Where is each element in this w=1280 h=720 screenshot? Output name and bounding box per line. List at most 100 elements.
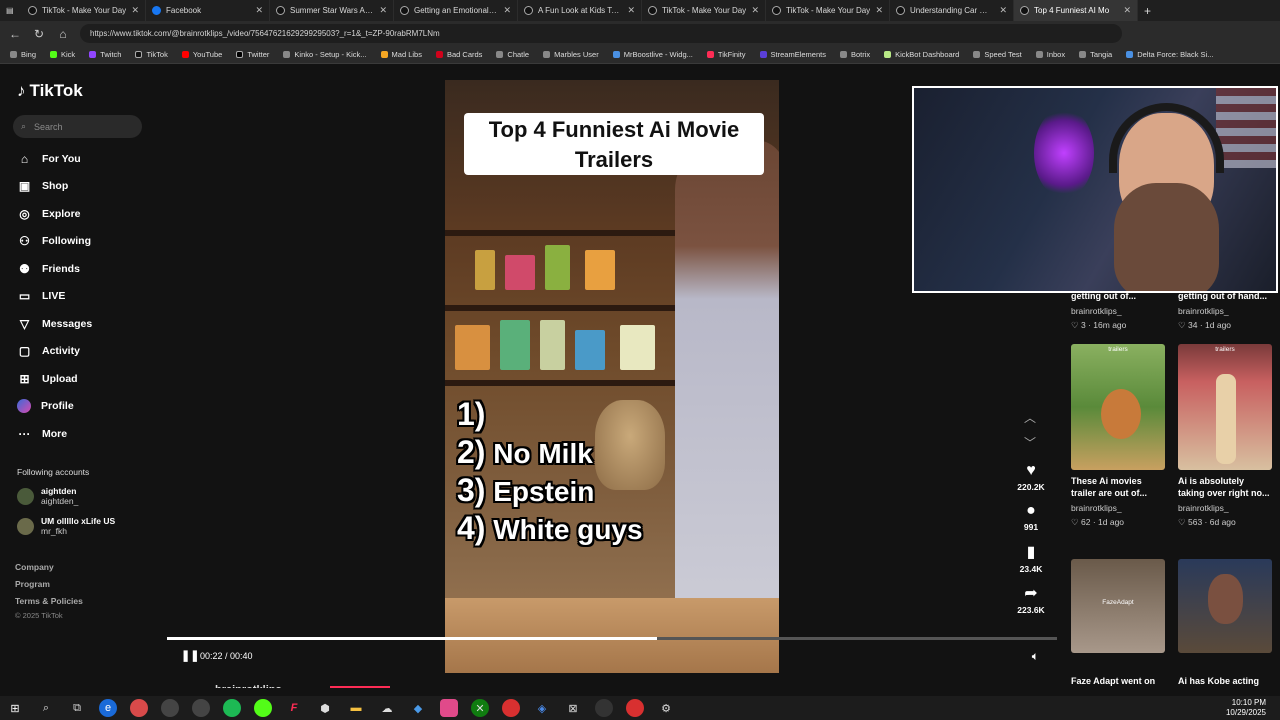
spotify-icon[interactable]: [223, 699, 241, 717]
bookmark-item[interactable]: Speed Test: [973, 50, 1022, 59]
bookmark-item[interactable]: Tangia: [1079, 50, 1112, 59]
browser-tab[interactable]: TikTok - Make Your Day ✕: [22, 0, 146, 21]
bookmark-item[interactable]: YouTube: [181, 50, 222, 59]
bookmark-item[interactable]: Chatle: [496, 50, 529, 59]
refresh-icon[interactable]: ↻: [32, 27, 46, 41]
footer-link-company[interactable]: Company: [15, 562, 54, 572]
file-explorer-icon[interactable]: ▬: [347, 699, 365, 717]
bookmark-item[interactable]: Kick: [50, 50, 75, 59]
app-icon[interactable]: [161, 699, 179, 717]
search-input[interactable]: ⌕ Search: [13, 115, 142, 138]
bookmark-item[interactable]: Mad Libs: [380, 50, 422, 59]
app-icon[interactable]: ◆: [409, 699, 427, 717]
app-icon[interactable]: [502, 699, 520, 717]
footer-link-terms[interactable]: Terms & Policies: [15, 596, 83, 606]
nav-for-you[interactable]: ⌂ For You: [17, 152, 81, 166]
close-tab-icon[interactable]: ✕: [503, 5, 511, 16]
home-browser-icon[interactable]: ⌂: [56, 27, 70, 41]
video-card[interactable]: trailers Ai is absolutely taking over ri…: [1178, 344, 1273, 528]
video-thumbnail[interactable]: FazeAdapt: [1071, 559, 1165, 653]
video-card[interactable]: getting out of... brainrotklips_ ♡ 3 · 1…: [1071, 290, 1166, 331]
app-icon[interactable]: ⊠: [564, 699, 582, 717]
bookmark-item[interactable]: Bing: [10, 50, 36, 59]
nav-shop[interactable]: ▣ Shop: [17, 179, 68, 193]
video-thumbnail[interactable]: trailers: [1071, 344, 1165, 470]
share-button[interactable]: ➦ 223.6K: [1007, 585, 1055, 615]
bookmark-item[interactable]: Botrix: [839, 50, 870, 59]
bookmark-item[interactable]: Bad Cards: [435, 50, 482, 59]
app-icon[interactable]: ☁: [378, 699, 396, 717]
windows-start-icon[interactable]: ⊞: [6, 699, 24, 717]
nav-more[interactable]: ··· More: [17, 427, 68, 441]
video-card[interactable]: FazeAdapt Faze Adapt went on: [1071, 559, 1166, 687]
pause-icon[interactable]: ❚❚: [181, 649, 199, 662]
nav-profile[interactable]: Profile: [17, 399, 74, 413]
chevron-down-icon[interactable]: ﹀: [1024, 434, 1036, 451]
video-card[interactable]: PrimeKobe Ai has Kobe acting: [1178, 559, 1273, 687]
video-thumbnail[interactable]: trailers: [1178, 344, 1272, 470]
task-view-icon[interactable]: ⧉: [68, 699, 86, 717]
bookmark-item[interactable]: TikFinity: [706, 50, 746, 59]
browser-tab[interactable]: A Fun Look at Kids Today ✕: [518, 0, 642, 21]
bookmark-item[interactable]: Kinko - Setup - Kick...: [283, 50, 367, 59]
bookmark-item[interactable]: Twitter: [236, 50, 269, 59]
close-tab-icon[interactable]: ✕: [379, 5, 387, 16]
close-tab-icon[interactable]: ✕: [131, 5, 139, 16]
url-field[interactable]: https://www.tiktok.com/@brainrotklips_/v…: [80, 24, 1122, 43]
progress-bar[interactable]: [167, 637, 1057, 640]
close-tab-icon[interactable]: ✕: [751, 5, 759, 16]
video-frame[interactable]: Top 4 Funniest Ai Movie Trailers 1) 2) N…: [445, 80, 779, 673]
video-card[interactable]: trailers These Ai movies trailer are out…: [1071, 344, 1166, 528]
bookmark-item[interactable]: MrBoostlive - Widg...: [612, 50, 693, 59]
back-icon[interactable]: ←: [8, 27, 22, 41]
browser-tab[interactable]: Facebook ✕: [146, 0, 270, 21]
nav-friends[interactable]: ⚉ Friends: [17, 262, 80, 276]
video-card[interactable]: getting out of hand... brainrotklips_ ♡ …: [1178, 290, 1273, 331]
close-tab-icon[interactable]: ✕: [1123, 5, 1131, 16]
bookmark-item[interactable]: StreamElements: [759, 50, 826, 59]
browser-tab[interactable]: TikTok - Make Your Day ✕: [766, 0, 890, 21]
volume-icon[interactable]: 🔈︎: [1032, 649, 1039, 664]
video-thumbnail[interactable]: PrimeKobe: [1178, 559, 1272, 653]
app-icon[interactable]: ◈: [533, 699, 551, 717]
xbox-icon[interactable]: ✕: [471, 699, 489, 717]
nav-explore[interactable]: ◎ Explore: [17, 207, 80, 221]
nav-following[interactable]: ⚇ Following: [17, 234, 91, 248]
close-tab-icon[interactable]: ✕: [875, 5, 883, 16]
chevron-up-icon[interactable]: ︿: [1024, 409, 1036, 426]
browser-tab[interactable]: Understanding Car Wreck ✕: [890, 0, 1014, 21]
footer-link-program[interactable]: Program: [15, 579, 50, 589]
bookmark-item[interactable]: Inbox: [1035, 50, 1065, 59]
bookmark-item[interactable]: KickBot Dashboard: [884, 50, 959, 59]
bookmark-item[interactable]: Marbles User: [543, 50, 599, 59]
bookmark-item[interactable]: Twitch: [89, 50, 121, 59]
close-tab-icon[interactable]: ✕: [627, 5, 635, 16]
bookmark-item[interactable]: Delta Force: Black Si...: [1126, 50, 1213, 59]
comment-button[interactable]: ● 991: [1007, 502, 1055, 532]
new-tab-button[interactable]: +: [1138, 0, 1160, 21]
browser-tab-active[interactable]: Top 4 Funniest AI Mo ✕: [1014, 0, 1138, 21]
tiktok-logo[interactable]: ♪ TikTok: [17, 81, 83, 101]
browser-tab[interactable]: Summer Star Wars Adven ✕: [270, 0, 394, 21]
browser-tab[interactable]: Getting an Emotional Sup ✕: [394, 0, 518, 21]
save-button[interactable]: ▮ 23.4K: [1007, 544, 1055, 574]
browser-tab[interactable]: TikTok - Make Your Day ✕: [642, 0, 766, 21]
bookmark-item[interactable]: TikTok: [135, 50, 168, 59]
following-account[interactable]: aightden aightden_: [17, 486, 78, 506]
close-tab-icon[interactable]: ✕: [999, 5, 1007, 16]
app-icon[interactable]: [595, 699, 613, 717]
browser-menu-icon[interactable]: ▤: [0, 0, 22, 21]
nav-messages[interactable]: ▽ Messages: [17, 317, 92, 331]
app-icon[interactable]: [626, 699, 644, 717]
chrome-icon[interactable]: [130, 699, 148, 717]
nav-upload[interactable]: ⊞ Upload: [17, 372, 77, 386]
app-icon[interactable]: [440, 699, 458, 717]
app-icon[interactable]: ⬢: [316, 699, 334, 717]
like-button[interactable]: ♥ 220.2K: [1007, 462, 1055, 492]
app-icon[interactable]: [192, 699, 210, 717]
nav-activity[interactable]: ▢ Activity: [17, 344, 80, 358]
nav-live[interactable]: ▭ LIVE: [17, 289, 66, 303]
app-icon[interactable]: F: [285, 699, 303, 717]
close-tab-icon[interactable]: ✕: [255, 5, 263, 16]
following-account[interactable]: UM olllllo xLife US mr_fkh: [17, 516, 115, 536]
